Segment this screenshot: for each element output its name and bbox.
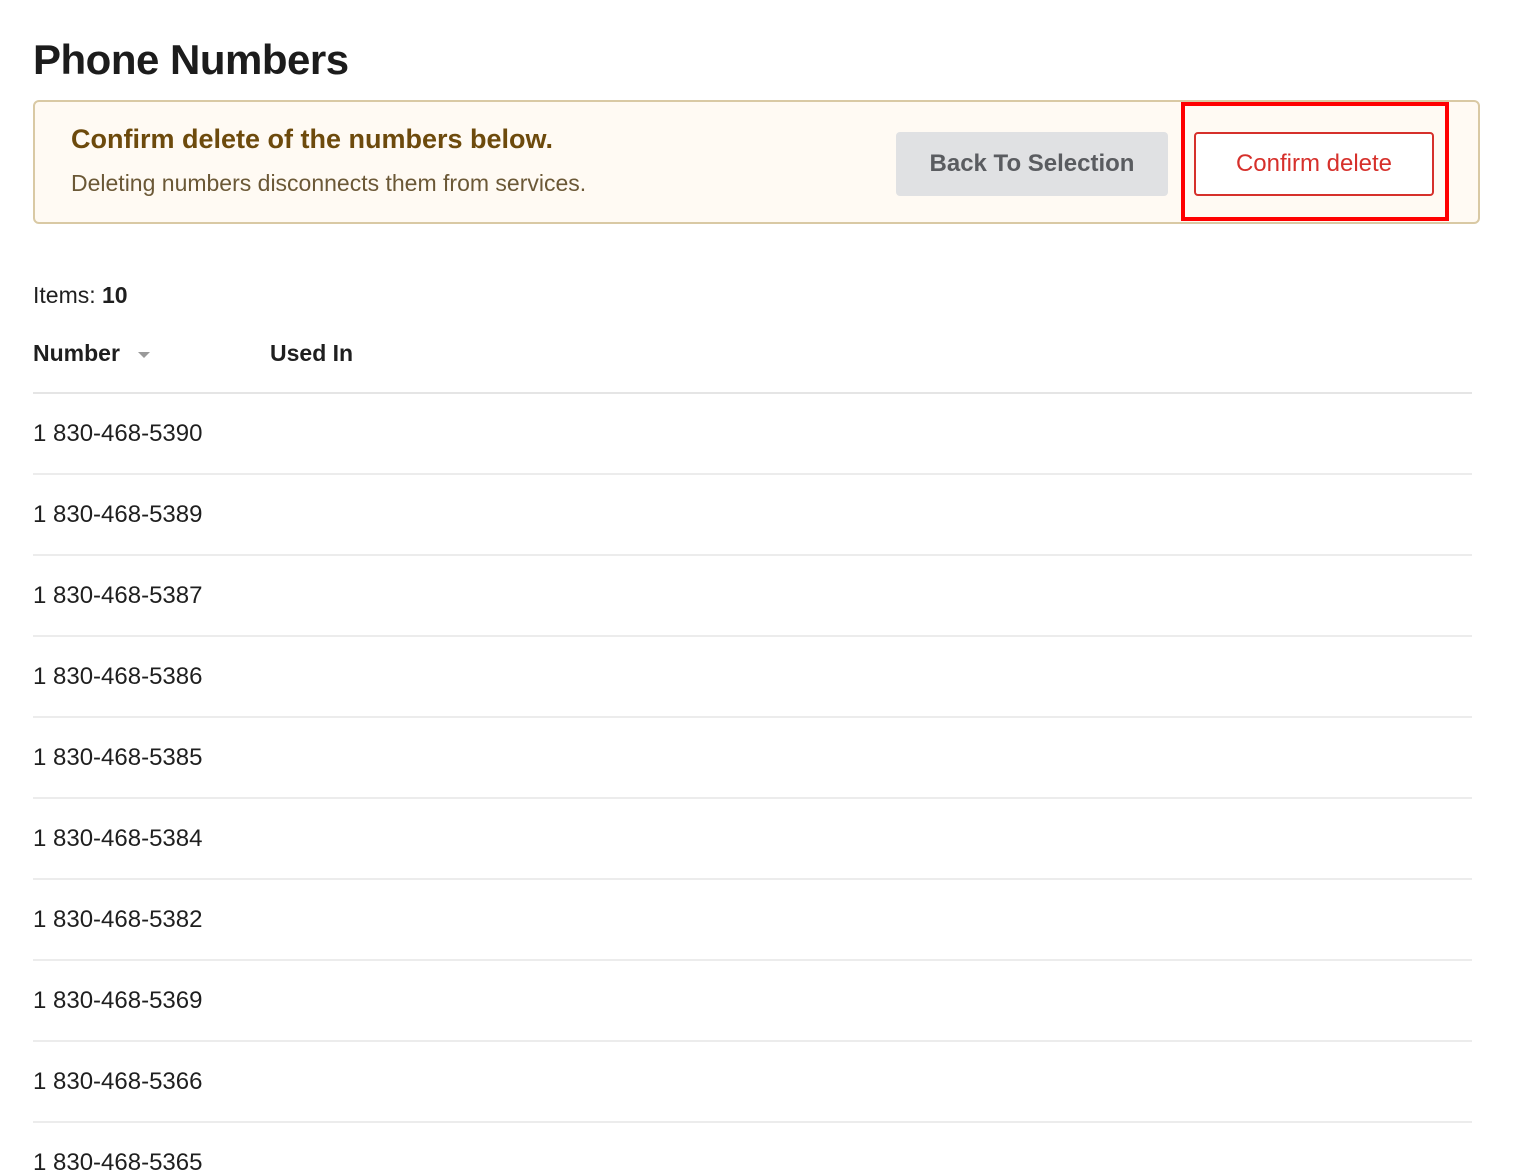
items-label: Items: bbox=[33, 282, 96, 308]
cell-number: 1 830-468-5385 bbox=[33, 744, 203, 771]
cell-number: 1 830-468-5386 bbox=[33, 663, 203, 690]
back-to-selection-button[interactable]: Back To Selection bbox=[896, 132, 1168, 196]
table-row: 1 830-468-5389 bbox=[33, 475, 1472, 556]
cell-number: 1 830-468-5382 bbox=[33, 906, 203, 933]
table-row: 1 830-468-5387 bbox=[33, 556, 1472, 637]
table-row: 1 830-468-5365 bbox=[33, 1123, 1472, 1174]
cell-number: 1 830-468-5365 bbox=[33, 1149, 203, 1174]
table-row: 1 830-468-5390 bbox=[33, 394, 1472, 475]
table-row: 1 830-468-5382 bbox=[33, 880, 1472, 961]
table-header: Number Used In bbox=[33, 322, 1472, 394]
items-count: Items: 10 bbox=[33, 282, 128, 309]
items-count-value: 10 bbox=[102, 282, 128, 308]
cell-number: 1 830-468-5384 bbox=[33, 825, 203, 852]
cell-number: 1 830-468-5366 bbox=[33, 1068, 203, 1095]
cell-number: 1 830-468-5387 bbox=[33, 582, 203, 609]
column-header-number-label: Number bbox=[33, 340, 120, 366]
numbers-table: Number Used In 1 830-468-5390 1 830-468-… bbox=[33, 322, 1472, 1174]
cell-number: 1 830-468-5389 bbox=[33, 501, 203, 528]
cell-number: 1 830-468-5390 bbox=[33, 420, 203, 447]
table-row: 1 830-468-5385 bbox=[33, 718, 1472, 799]
column-header-used-in[interactable]: Used In bbox=[270, 340, 353, 367]
page: Phone Numbers Confirm delete of the numb… bbox=[0, 0, 1528, 1174]
cell-number: 1 830-468-5369 bbox=[33, 987, 203, 1014]
table-row: 1 830-468-5386 bbox=[33, 637, 1472, 718]
sort-down-icon[interactable] bbox=[137, 351, 150, 358]
banner-title: Confirm delete of the numbers below. bbox=[71, 124, 554, 154]
page-title: Phone Numbers bbox=[33, 36, 349, 83]
column-header-number[interactable]: Number bbox=[33, 340, 150, 367]
table-row: 1 830-468-5369 bbox=[33, 961, 1472, 1042]
confirm-delete-banner: Confirm delete of the numbers below. Del… bbox=[33, 100, 1480, 224]
banner-message: Deleting numbers disconnects them from s… bbox=[71, 170, 587, 196]
table-row: 1 830-468-5384 bbox=[33, 799, 1472, 880]
confirm-delete-button[interactable]: Confirm delete bbox=[1194, 132, 1434, 196]
table-row: 1 830-468-5366 bbox=[33, 1042, 1472, 1123]
